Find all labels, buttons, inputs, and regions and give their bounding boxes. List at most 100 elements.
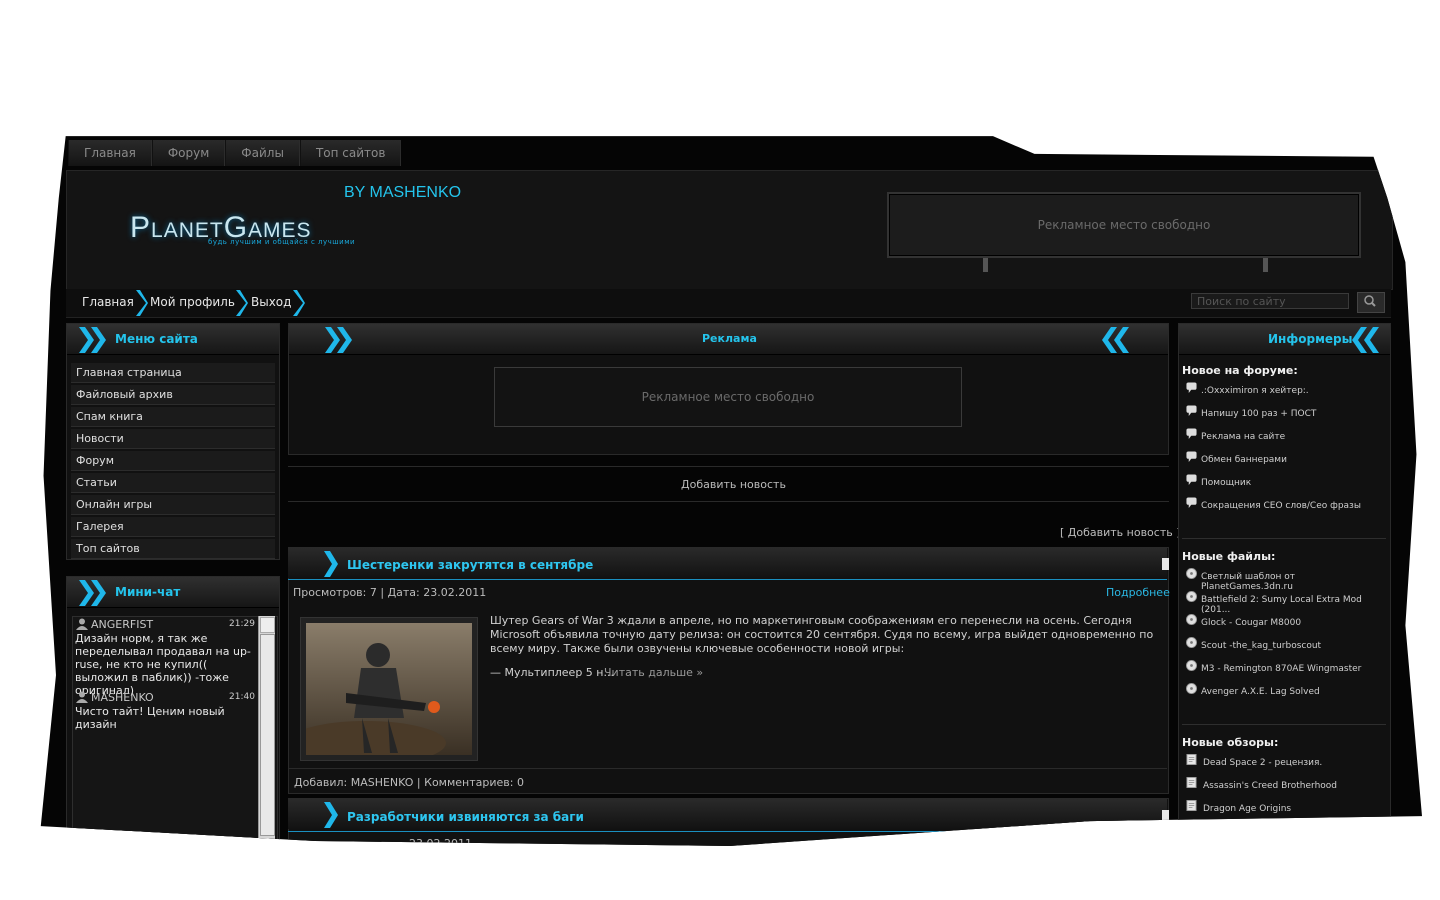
divider [1182,538,1386,539]
speech-bubble-icon [1186,497,1197,508]
chevron-right-icon [136,290,148,316]
forum-topic[interactable]: Обмен баннерами [1186,451,1386,474]
site-slogan: будь лучшим и общайся с лучшими [208,238,356,246]
menu-item-online-games[interactable]: Онлайн игры [71,495,275,515]
ad-block-title: Реклама [702,332,757,345]
banner-stand-left [983,258,988,272]
forum-topic[interactable]: Помощник [1186,474,1386,497]
side-tab [1162,810,1169,822]
site-menu-block: Меню сайта Главная страница Файловый арх… [66,323,280,560]
chat-user-name[interactable]: ANGERFIST [91,618,153,631]
review-item[interactable]: Dead Space 2 - рецензия. [1186,754,1386,777]
speech-bubble-icon [1186,382,1197,393]
search-icon [1364,295,1376,307]
top-nav-home[interactable]: Главная [68,140,152,166]
read-more-link[interactable]: Читать дальше » [604,666,703,679]
search-input[interactable]: Поиск по сайту [1191,293,1349,309]
document-icon [1186,777,1197,788]
forum-informer-list: .:Oxxximiron я хейтер:. Напишу 100 раз +… [1186,382,1386,520]
news-divider [288,831,1167,832]
chat-time: 21:29 [229,619,255,629]
top-nav-files[interactable]: Файлы [225,140,300,166]
review-item[interactable]: Dragon Age Origins [1186,800,1386,823]
menu-item-news[interactable]: Новости [71,429,275,449]
side-tab [1162,558,1169,570]
speech-bubble-icon [1186,428,1197,439]
file-item[interactable]: Battlefield 2: Sumy Local Extra Mod (201… [1186,591,1386,615]
add-news-link[interactable]: Добавить новость [681,478,786,491]
site-menu-title: Меню сайта [115,332,198,346]
news-title[interactable]: Шестеренки закрутятся в сентябре [347,558,593,572]
top-nav-forum[interactable]: Форум [151,140,226,166]
forum-topic[interactable]: Реклама на сайте [1186,428,1386,451]
file-item[interactable]: Светлый шаблон от PlanetGames.3dn.ru [1186,568,1386,592]
double-chevron-left-icon [1352,327,1379,353]
breadcrumb-logout[interactable]: Выход [251,295,291,309]
header-ad-banner[interactable]: Рекламное место свободно [887,192,1361,258]
divider [288,768,1167,769]
news-body: Шутер Gears of War 3 ждали в апреле, но … [490,614,1154,655]
informers-title: Информеры [1268,332,1353,346]
file-item[interactable]: Avenger A.X.E. Lag Solved [1186,683,1386,706]
file-item[interactable]: M3 - Remington 870AE Wingmaster [1186,660,1386,683]
menu-item-top-sites[interactable]: Топ сайтов [71,539,275,559]
forum-informer-title: Новое на форуме: [1182,364,1298,377]
chat-user-name[interactable]: MASHENKO [91,691,154,704]
disc-icon [1186,683,1197,694]
speech-bubble-icon [1186,474,1197,485]
news-excerpt: — Мультиплеер 5 н... [490,666,614,679]
double-chevron-icon [325,327,352,353]
chevron-up-icon[interactable] [260,617,275,633]
site-menu-header: Меню сайта [67,324,279,355]
file-item[interactable]: Scout -the_kag_turboscout [1186,637,1386,660]
add-news-button[interactable]: [ Добавить новость ] [1060,526,1181,539]
top-nav-top-sites[interactable]: Топ сайтов [299,140,402,166]
site-screenshot: Главная Форум Файлы Топ сайтов BY MASHEN… [40,136,1422,846]
user-icon [76,618,88,630]
chevron-right-icon [324,551,338,577]
news-divider [288,579,1167,580]
news-footer: Добавил: MASHENKO | Комментариев: 0 [294,776,524,789]
news-more-link[interactable]: Подробнее [1106,586,1170,599]
double-chevron-icon [79,327,106,353]
document-icon [1186,754,1197,765]
news-image[interactable] [306,623,472,755]
user-icon [76,691,88,703]
news-meta: 23.02.2011 [409,837,472,846]
menu-item-guestbook[interactable]: Спам книга [71,407,275,427]
top-nav: Главная Форум Файлы Топ сайтов [68,140,402,166]
breadcrumb-profile[interactable]: Мой профиль [150,295,235,309]
divider [288,501,1169,502]
menu-item-home[interactable]: Главная страница [71,363,275,383]
forum-topic[interactable]: .:Oxxximiron я хейтер:. [1186,382,1386,405]
review-item[interactable]: Battlefield... [1186,823,1386,846]
mini-chat-header: Мини-чат [67,577,279,608]
center-ad-banner[interactable]: Рекламное место свободно [494,367,962,427]
document-icon [1186,800,1197,811]
forum-topic[interactable]: Сокращения СЕО слов/Сео фразы [1186,497,1386,520]
news-meta: Просмотров: 7 | Дата: 23.02.2011 [293,586,487,599]
forum-topic[interactable]: Напишу 100 раз + ПОСТ [1186,405,1386,428]
double-chevron-icon [79,580,106,606]
divider [288,466,1169,467]
informers-header: Информеры [1179,324,1390,355]
breadcrumb-home[interactable]: Главная [82,295,134,309]
file-item[interactable]: Glock - Cougar M8000 [1186,614,1386,637]
news-title[interactable]: Разработчики извиняются за баги [347,810,584,824]
menu-item-files[interactable]: Файловый архив [71,385,275,405]
menu-item-gallery[interactable]: Галерея [71,517,275,537]
files-informer-title: Новые файлы: [1182,550,1276,563]
chevron-right-icon [236,290,248,316]
reviews-informer-list: Dead Space 2 - рецензия. Assassin's Cree… [1186,754,1386,846]
banner-stand-right [1263,258,1268,272]
files-informer-list: Светлый шаблон от PlanetGames.3dn.ru Bat… [1186,568,1386,706]
chat-scrollbar[interactable] [258,616,275,846]
disc-icon [1186,660,1197,671]
menu-item-articles[interactable]: Статьи [71,473,275,493]
divider [1182,724,1386,725]
chat-message-text: Чисто тайт! Ценим новый дизайн [75,705,225,731]
search-button[interactable] [1357,292,1385,313]
menu-item-forum[interactable]: Форум [71,451,275,471]
review-item[interactable]: Assassin's Creed Brotherhood [1186,777,1386,800]
scroll-thumb[interactable] [260,634,275,836]
